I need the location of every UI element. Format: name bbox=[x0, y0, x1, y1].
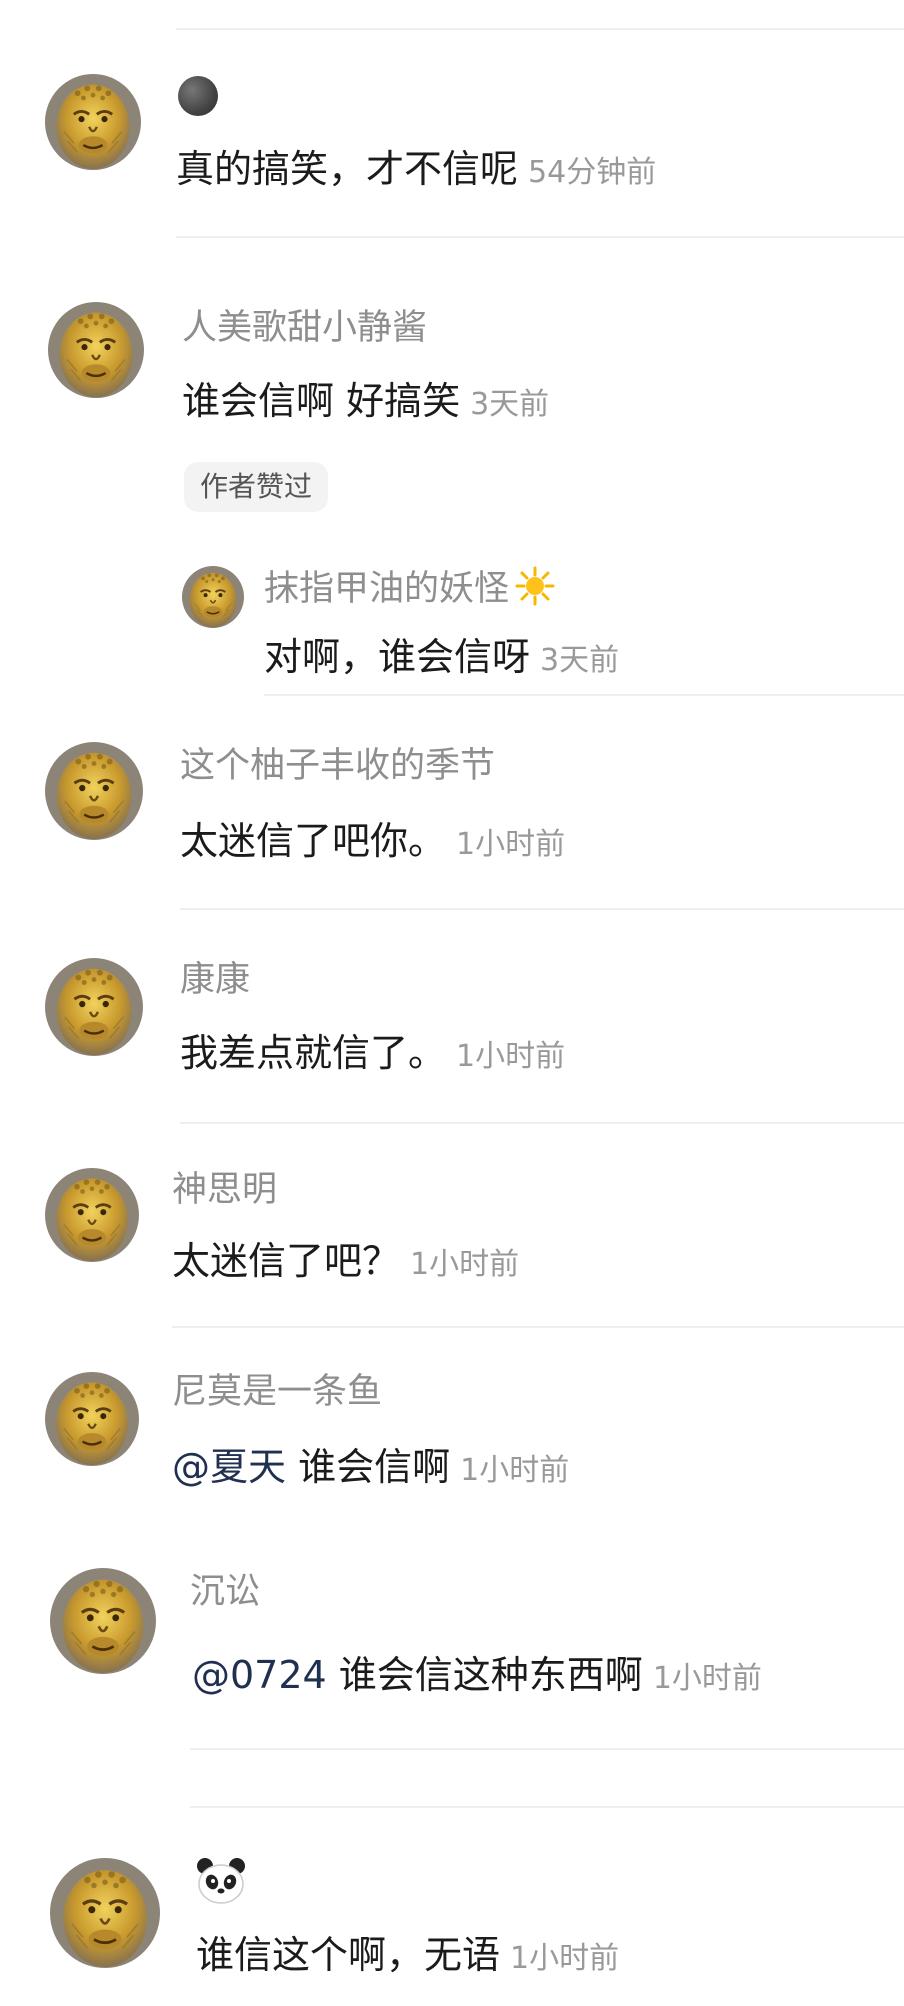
comment-body: 谁会信这种东西啊 bbox=[326, 1653, 643, 1697]
avatar[interactable] bbox=[45, 74, 141, 170]
comment-text: @0724 谁会信这种东西啊 1小时前 bbox=[192, 1650, 762, 1704]
comment-time: 1小时前 bbox=[456, 1039, 566, 1074]
mention-link[interactable]: @夏天 bbox=[172, 1445, 286, 1489]
monkey-king-avatar-icon bbox=[45, 1372, 139, 1466]
comment-time: 1小时前 bbox=[652, 1661, 762, 1696]
username[interactable]: 康康 bbox=[180, 958, 250, 1002]
divider bbox=[190, 1806, 904, 1808]
avatar[interactable] bbox=[45, 1168, 139, 1262]
comment-time: 3天前 bbox=[470, 387, 550, 422]
username[interactable]: 沉讼 bbox=[190, 1570, 260, 1614]
comment-body: 我差点就信了。 bbox=[180, 1031, 447, 1075]
divider bbox=[176, 28, 904, 30]
avatar[interactable] bbox=[50, 1858, 160, 1968]
monkey-king-avatar-icon bbox=[50, 1568, 156, 1674]
divider bbox=[180, 1122, 904, 1124]
panda-icon bbox=[194, 1856, 248, 1906]
comment-body: 谁会信啊 bbox=[286, 1445, 451, 1489]
monkey-king-avatar-icon bbox=[45, 74, 141, 170]
comment-time: 1小时前 bbox=[456, 827, 566, 862]
reply-text: 对啊，谁会信呀 3天前 bbox=[264, 632, 619, 686]
mention-link[interactable]: @0724 bbox=[192, 1653, 327, 1697]
monkey-king-avatar-icon bbox=[182, 566, 244, 628]
monkey-king-avatar-icon bbox=[45, 1168, 139, 1262]
monkey-king-avatar-icon bbox=[45, 958, 143, 1056]
comment-text: @夏天 谁会信啊 1小时前 bbox=[172, 1442, 569, 1496]
username[interactable]: 人美歌甜小静酱 bbox=[182, 306, 427, 350]
comment-text: 谁会信啊 好搞笑 3天前 bbox=[182, 376, 549, 430]
avatar[interactable] bbox=[45, 742, 143, 840]
divider bbox=[190, 1748, 904, 1750]
author-liked-badge: 作者赞过 bbox=[184, 462, 329, 512]
monkey-king-avatar-icon bbox=[50, 1858, 160, 1968]
comment-text: 太迷信了吧？ 1小时前 bbox=[172, 1236, 519, 1290]
comment-time: 1小时前 bbox=[410, 1247, 520, 1282]
dark-sphere-icon bbox=[178, 76, 218, 116]
avatar[interactable] bbox=[45, 958, 143, 1056]
monkey-king-avatar-icon bbox=[45, 742, 143, 840]
reply-username-label: 抹指甲油的妖怪 bbox=[264, 569, 510, 609]
reply-username[interactable]: 抹指甲油的妖怪 bbox=[264, 566, 555, 611]
divider bbox=[176, 236, 904, 238]
comment-text: 太迷信了吧你。 1小时前 bbox=[180, 816, 565, 870]
comment-text: 我差点就信了。 1小时前 bbox=[180, 1028, 565, 1082]
comment-body: 谁会信啊 好搞笑 bbox=[182, 379, 461, 423]
comment-text: 谁信这个啊，无语 1小时前 bbox=[196, 1930, 619, 1984]
monkey-king-avatar-icon bbox=[48, 302, 144, 398]
comment-list: 真的搞笑，才不信呢 54分钟前 人美歌甜小静酱 谁会信啊 好搞笑 3天前 作者赞过 … bbox=[0, 0, 904, 2006]
comment-text: 真的搞笑，才不信呢 54分钟前 bbox=[176, 144, 656, 198]
divider bbox=[180, 908, 904, 910]
divider bbox=[264, 694, 904, 696]
divider bbox=[172, 1326, 904, 1328]
avatar[interactable] bbox=[50, 1568, 156, 1674]
reply-avatar[interactable] bbox=[182, 566, 244, 628]
reply-time: 3天前 bbox=[540, 643, 620, 678]
comment-time: 54分钟前 bbox=[528, 155, 657, 190]
comment-body: 太迷信了吧？ bbox=[172, 1239, 401, 1283]
sun-icon bbox=[515, 566, 555, 606]
username[interactable]: 尼莫是一条鱼 bbox=[172, 1370, 382, 1414]
comment-time: 1小时前 bbox=[510, 1941, 620, 1976]
reply-body: 对啊，谁会信呀 bbox=[264, 635, 531, 679]
comment-time: 1小时前 bbox=[460, 1453, 570, 1488]
username[interactable]: 神思明 bbox=[172, 1168, 277, 1212]
comment-body: 太迷信了吧你。 bbox=[180, 819, 447, 863]
username[interactable]: 这个柚子丰收的季节 bbox=[180, 744, 495, 788]
comment-body: 真的搞笑，才不信呢 bbox=[176, 147, 519, 191]
comment-body: 谁信这个啊，无语 bbox=[196, 1933, 501, 1977]
avatar[interactable] bbox=[48, 302, 144, 398]
avatar[interactable] bbox=[45, 1372, 139, 1466]
